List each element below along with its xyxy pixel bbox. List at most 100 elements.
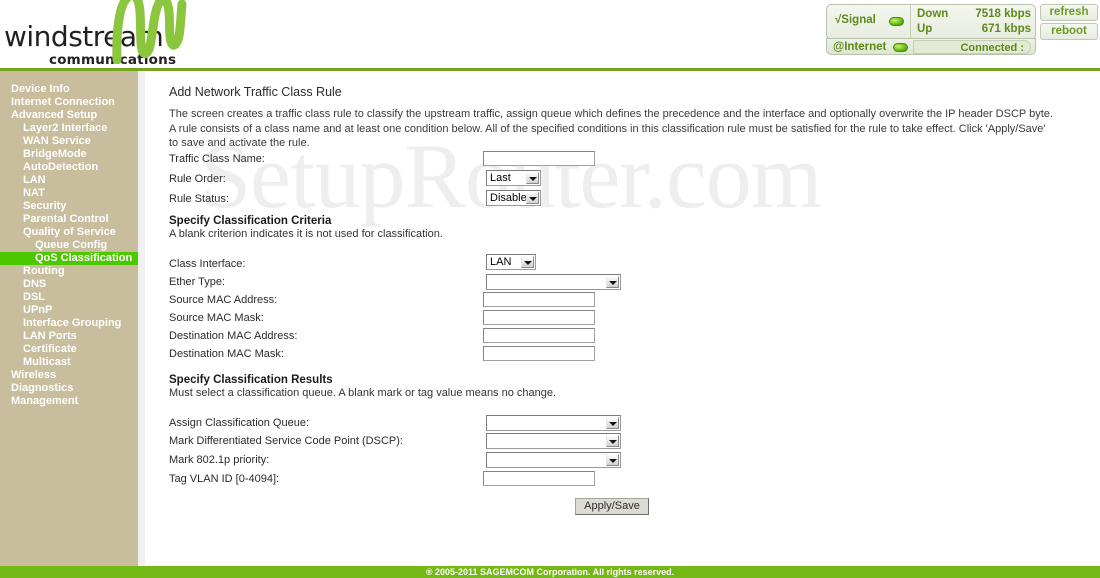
sidebar-item-layer2-interface[interactable]: Layer2 Interface bbox=[0, 122, 138, 135]
row-rule-order: Rule Order: Last bbox=[169, 170, 729, 189]
upstream-label: Up bbox=[917, 23, 933, 35]
router-admin-page: windstream™ communications √Signal Down … bbox=[0, 0, 1100, 578]
internet-led-icon bbox=[893, 43, 908, 52]
copyright-text: ® 2005-2011 SAGEMCOM Corporation. All ri… bbox=[425, 567, 675, 577]
sidebar-item-lan[interactable]: LAN bbox=[0, 174, 138, 187]
sidebar-item-nat[interactable]: NAT bbox=[0, 187, 138, 200]
row-destination-mac-mask: Destination MAC Mask: bbox=[169, 346, 729, 364]
downstream-value: 7518 kbps bbox=[975, 8, 1031, 20]
page-header: windstream™ communications √Signal Down … bbox=[0, 0, 1100, 68]
row-source-mac-address: Source MAC Address: bbox=[169, 292, 729, 310]
sidebar-item-dns[interactable]: DNS bbox=[0, 278, 138, 291]
sidebar-content-gutter bbox=[138, 71, 145, 566]
chevron-down-icon bbox=[606, 276, 619, 288]
row-vlan-id: Tag VLAN ID [0-4094]: bbox=[169, 471, 729, 489]
destination-mac-mask-input[interactable] bbox=[483, 346, 595, 361]
internet-label: @Internet bbox=[833, 41, 887, 53]
sidebar-item-parental-control[interactable]: Parental Control bbox=[0, 213, 138, 226]
ether-type-label: Ether Type: bbox=[169, 276, 226, 288]
row-assign-queue: Assign Classification Queue: bbox=[169, 415, 729, 433]
row-rule-status: Rule Status: Disable bbox=[169, 190, 729, 209]
sidebar-item-interface-grouping[interactable]: Interface Grouping bbox=[0, 317, 138, 330]
status-readout-box: √Signal Down 7518 kbps Up 671 kbps bbox=[826, 4, 1036, 40]
sidebar-item-dsl[interactable]: DSL bbox=[0, 291, 138, 304]
chevron-down-icon bbox=[521, 256, 534, 268]
source-mac-mask-input[interactable] bbox=[483, 310, 595, 325]
upstream-row: Up 671 kbps bbox=[917, 22, 1035, 37]
sidebar-item-internet-connection[interactable]: Internet Connection bbox=[0, 96, 138, 109]
class-interface-label: Class Interface: bbox=[169, 258, 246, 270]
sidebar-item-multicast[interactable]: Multicast bbox=[0, 356, 138, 369]
sidebar-item-quality-of-service[interactable]: Quality of Service bbox=[0, 226, 138, 239]
brand-logo[interactable]: windstream™ communications bbox=[0, 0, 300, 68]
row-ether-type: Ether Type: bbox=[169, 274, 729, 292]
rule-order-select[interactable]: Last bbox=[486, 170, 541, 186]
sidebar-item-diagnostics[interactable]: Diagnostics bbox=[0, 382, 138, 395]
page-description: The screen creates a traffic class rule … bbox=[169, 108, 1053, 149]
results-subtext: Must select a classification queue. A bl… bbox=[169, 387, 557, 399]
rule-status-select[interactable]: Disable bbox=[486, 190, 541, 206]
sidebar-item-advanced-setup[interactable]: Advanced Setup bbox=[0, 109, 138, 122]
row-destination-mac-address: Destination MAC Address: bbox=[169, 328, 729, 346]
upstream-value: 671 kbps bbox=[981, 23, 1031, 35]
traffic-class-name-label: Traffic Class Name: bbox=[169, 153, 265, 165]
sidebar-item-wireless[interactable]: Wireless bbox=[0, 369, 138, 382]
source-mac-address-input[interactable] bbox=[483, 292, 595, 307]
signal-led-icon bbox=[889, 17, 904, 26]
refresh-button[interactable]: refresh bbox=[1040, 4, 1098, 21]
assign-queue-label: Assign Classification Queue: bbox=[169, 417, 310, 429]
sidebar-item-autodetection[interactable]: AutoDetection bbox=[0, 161, 138, 174]
sidebar-item-bridgemode[interactable]: BridgeMode bbox=[0, 148, 138, 161]
destination-mac-address-input[interactable] bbox=[483, 328, 595, 343]
connection-status-panel: √Signal Down 7518 kbps Up 671 kbps @Inte… bbox=[826, 4, 1098, 56]
results-heading: Specify Classification Results bbox=[169, 374, 333, 386]
page-footer: ® 2005-2011 SAGEMCOM Corporation. All ri… bbox=[0, 566, 1100, 578]
speed-readout: Down 7518 kbps Up 671 kbps bbox=[917, 7, 1035, 37]
row-traffic-class-name: Traffic Class Name: bbox=[169, 151, 729, 169]
sidebar-item-queue-config[interactable]: Queue Config bbox=[0, 239, 138, 252]
vlan-id-input[interactable] bbox=[483, 471, 595, 486]
dscp-label: Mark Differentiated Service Code Point (… bbox=[169, 435, 403, 447]
row-source-mac-mask: Source MAC Mask: bbox=[169, 310, 729, 328]
rule-order-value: Last bbox=[490, 172, 511, 184]
apply-save-button[interactable]: Apply/Save bbox=[575, 498, 649, 515]
chevron-down-icon bbox=[606, 454, 619, 466]
chevron-down-icon bbox=[526, 192, 539, 204]
page-title: Add Network Traffic Class Rule bbox=[169, 85, 342, 99]
assign-queue-select[interactable] bbox=[486, 415, 621, 431]
criteria-heading: Specify Classification Criteria bbox=[169, 215, 332, 227]
windstream-wave-logo-icon bbox=[112, 0, 187, 64]
internet-status-text: Connected : bbox=[960, 42, 1024, 54]
chevron-down-icon bbox=[526, 172, 539, 184]
sidebar-item-upnp[interactable]: UPnP bbox=[0, 304, 138, 317]
traffic-class-name-input[interactable] bbox=[483, 151, 595, 166]
dscp-select[interactable] bbox=[486, 433, 621, 449]
row-class-interface: Class Interface: LAN bbox=[169, 254, 729, 274]
sidebar-item-wan-service[interactable]: WAN Service bbox=[0, 135, 138, 148]
main-content: SetupRouter.com Add Network Traffic Clas… bbox=[145, 71, 1100, 566]
class-interface-select[interactable]: LAN bbox=[486, 254, 536, 270]
sidebar-item-routing[interactable]: Routing bbox=[0, 265, 138, 278]
sidebar-item-certificate[interactable]: Certificate bbox=[0, 343, 138, 356]
rule-order-label: Rule Order: bbox=[169, 173, 226, 185]
header-action-buttons: refresh reboot bbox=[1040, 4, 1098, 42]
class-interface-value: LAN bbox=[490, 256, 512, 268]
sidebar-item-management[interactable]: Management bbox=[0, 395, 138, 408]
internet-status-bar: @Internet Connected : bbox=[826, 38, 1036, 55]
sidebar-nav: Device Info Internet Connection Advanced S… bbox=[0, 83, 138, 408]
destination-mac-address-label: Destination MAC Address: bbox=[169, 330, 298, 342]
source-mac-mask-label: Source MAC Mask: bbox=[169, 312, 264, 324]
sidebar: Device Info Internet Connection Advanced S… bbox=[0, 71, 138, 566]
row-priority: Mark 802.1p priority: bbox=[169, 452, 729, 470]
source-mac-address-label: Source MAC Address: bbox=[169, 294, 278, 306]
chevron-down-icon bbox=[606, 435, 619, 447]
sidebar-item-lan-ports[interactable]: LAN Ports bbox=[0, 330, 138, 343]
reboot-button[interactable]: reboot bbox=[1040, 23, 1098, 40]
sidebar-item-device-info[interactable]: Device Info bbox=[0, 83, 138, 96]
ether-type-select[interactable] bbox=[486, 274, 621, 290]
rule-status-value: Disable bbox=[490, 192, 527, 204]
sidebar-item-qos-classification[interactable]: QoS Classification bbox=[0, 252, 138, 265]
downstream-row: Down 7518 kbps bbox=[917, 7, 1035, 22]
sidebar-item-security[interactable]: Security bbox=[0, 200, 138, 213]
priority-select[interactable] bbox=[486, 452, 621, 468]
